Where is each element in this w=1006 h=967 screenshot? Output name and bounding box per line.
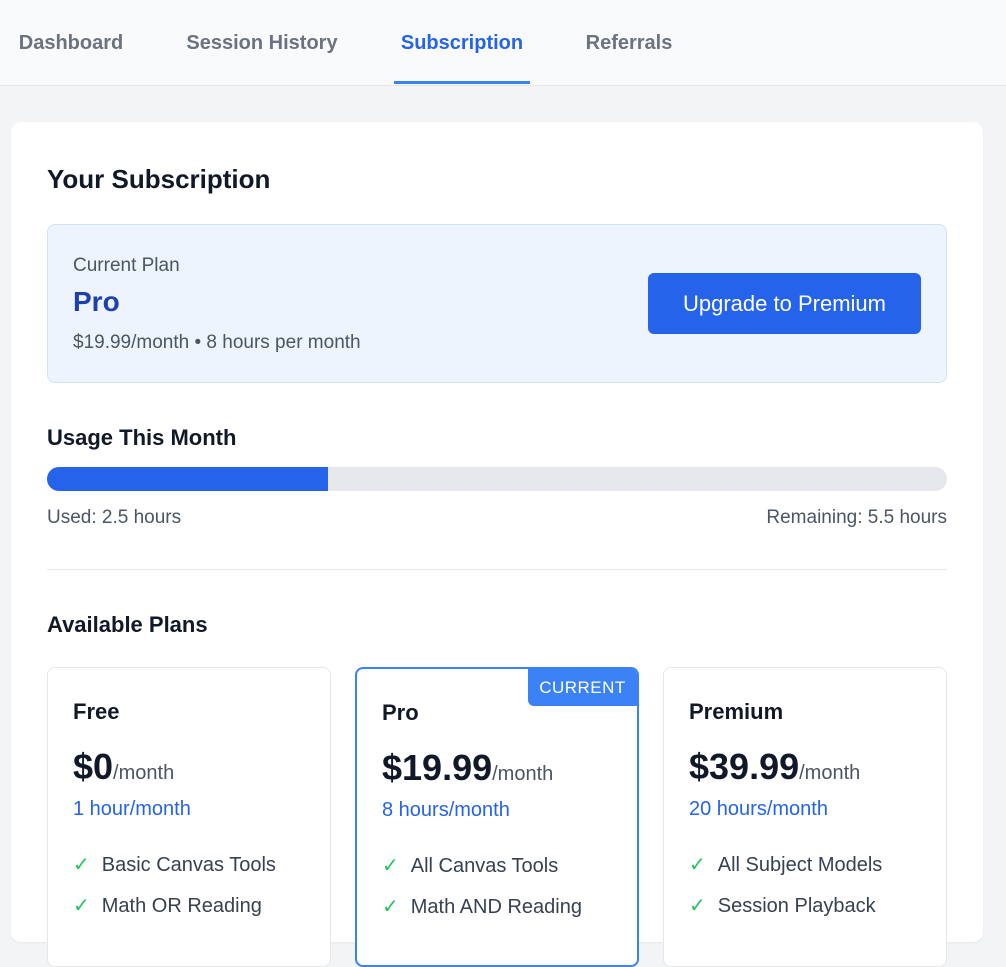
current-plan-label: Current Plan <box>73 255 180 276</box>
usage-title: Usage This Month <box>47 425 237 450</box>
check-icon: ✓ <box>689 895 706 917</box>
divider <box>47 569 947 570</box>
plan-price-period: /month <box>113 762 175 784</box>
plan-feature: ✓ Math OR Reading <box>73 893 262 918</box>
plan-hours: 1 hour/month <box>73 798 191 820</box>
check-icon: ✓ <box>382 855 399 877</box>
usage-progress-fill <box>47 467 329 491</box>
usage-progress-bar <box>47 467 947 491</box>
tab-session-history[interactable]: Session History <box>184 0 340 86</box>
plan-feature-label: Math AND Reading <box>410 896 582 918</box>
tab-referrals[interactable]: Referrals <box>584 0 674 86</box>
usage-remaining-label: Remaining: 5.5 hours <box>766 507 947 528</box>
plan-name: Free <box>73 699 120 724</box>
plan-card-free[interactable]: Free $0/month 1 hour/month ✓ Basic Canvas… <box>47 667 331 967</box>
plan-feature-label: Basic Canvas Tools <box>101 854 276 876</box>
check-icon: ✓ <box>73 895 90 917</box>
plan-feature-label: Session Playback <box>717 895 876 917</box>
current-badge: CURRENT <box>528 669 637 706</box>
plan-card-premium[interactable]: Premium $39.99/month 20 hours/month ✓ All… <box>663 667 947 967</box>
available-plans-title: Available Plans <box>47 612 208 637</box>
tab-subscription[interactable]: Subscription <box>394 0 530 86</box>
plan-price: $39.99/month <box>689 746 860 788</box>
plan-hours: 20 hours/month <box>689 798 828 820</box>
plan-price: $0/month <box>73 746 174 788</box>
check-icon: ✓ <box>73 854 90 876</box>
plan-price-period: /month <box>799 762 861 784</box>
current-plan-box: Current Plan Pro $19.99/month • 8 hours … <box>47 224 947 383</box>
check-icon: ✓ <box>689 854 706 876</box>
upgrade-button[interactable]: Upgrade to Premium <box>648 273 921 334</box>
plan-feature: ✓ Basic Canvas Tools <box>73 852 276 877</box>
plan-name: Premium <box>689 699 784 724</box>
usage-used-label: Used: 2.5 hours <box>47 507 182 528</box>
page-title: Your Subscription <box>47 164 271 194</box>
tab-bar: Dashboard Session History Subscription R… <box>0 0 1006 86</box>
plan-feature-label: Math OR Reading <box>101 895 262 917</box>
plan-hours: 8 hours/month <box>382 799 510 821</box>
plan-feature: ✓ Session Playback <box>689 893 876 918</box>
plan-price-amount: $0 <box>73 746 114 787</box>
current-plan-detail: $19.99/month • 8 hours per month <box>73 332 361 353</box>
plan-price: $19.99/month <box>382 747 553 789</box>
check-icon: ✓ <box>382 896 399 918</box>
plan-feature-label: All Subject Models <box>717 854 883 876</box>
plan-feature: ✓ All Canvas Tools <box>382 853 558 878</box>
plan-feature-label: All Canvas Tools <box>410 855 559 877</box>
subscription-card: Your Subscription Current Plan Pro $19.9… <box>11 122 983 967</box>
plan-name: Pro <box>382 700 419 725</box>
plan-price-period: /month <box>492 763 554 785</box>
plan-price-amount: $39.99 <box>689 746 800 787</box>
plan-card-pro[interactable]: CURRENT Pro $19.99/month 8 hours/month ✓… <box>355 667 639 967</box>
tab-dashboard[interactable]: Dashboard <box>17 0 125 86</box>
plan-feature: ✓ All Subject Models <box>689 852 882 877</box>
current-plan-name: Pro <box>73 286 120 317</box>
plan-price-amount: $19.99 <box>382 747 493 788</box>
plan-feature: ✓ Math AND Reading <box>382 894 582 919</box>
